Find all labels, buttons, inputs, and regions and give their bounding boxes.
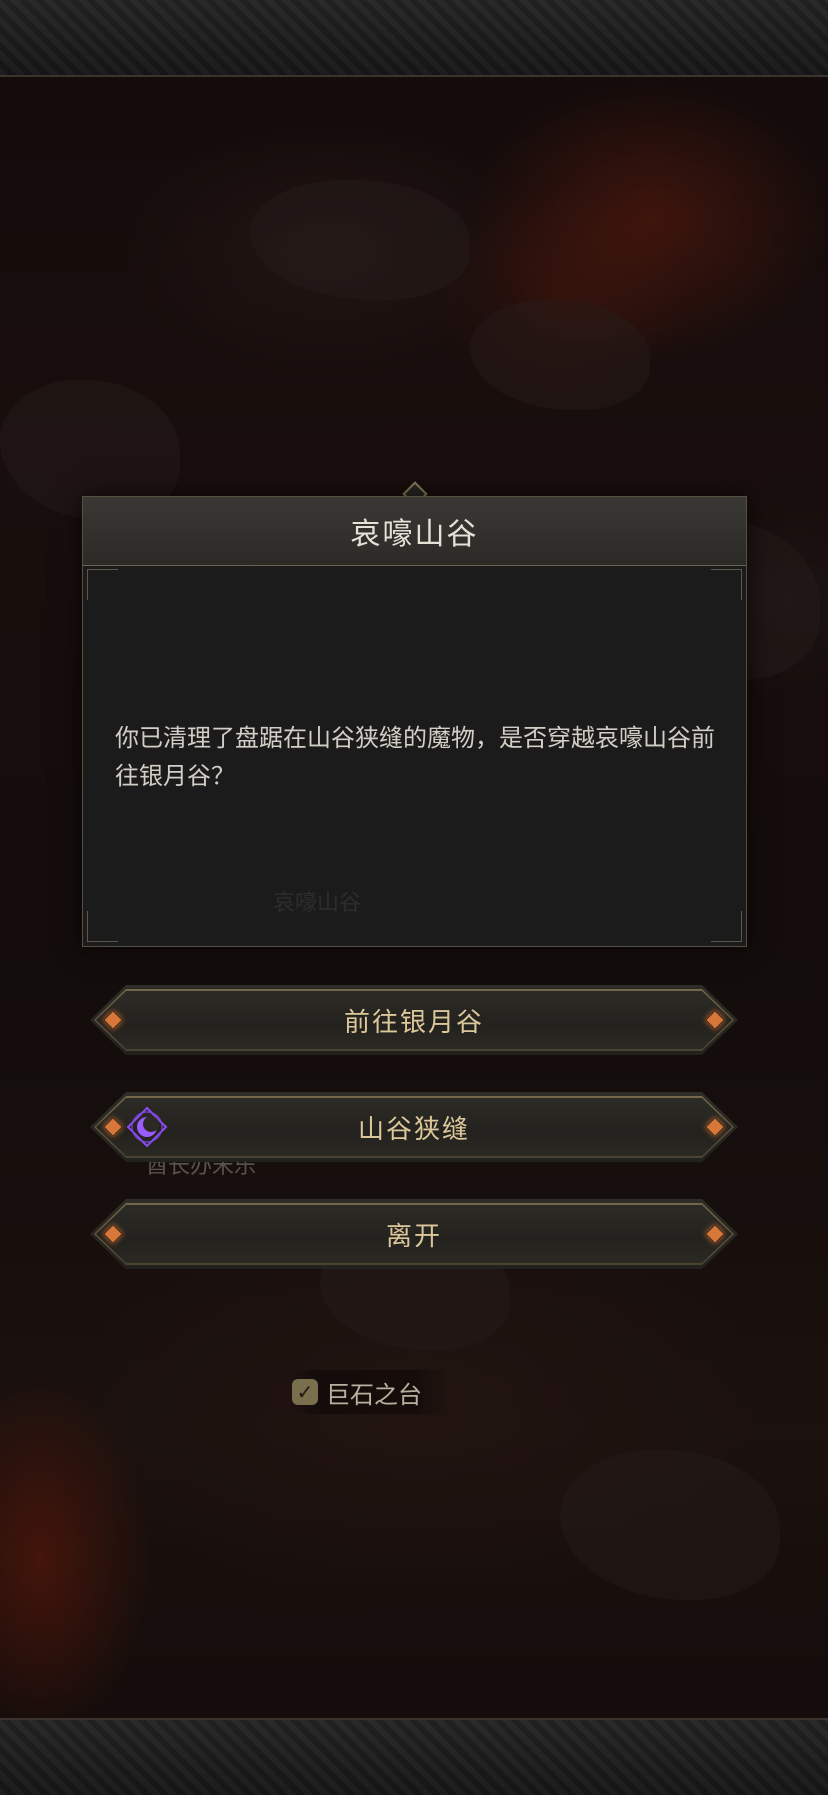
map-landmark-marker[interactable]: ✓ 巨石之台 — [288, 1370, 448, 1414]
corner-ornament-icon — [711, 911, 742, 942]
dialog-header: 哀嚎山谷 — [83, 497, 746, 566]
corner-ornament-icon — [87, 911, 118, 942]
option-leave-button[interactable]: 离开 — [90, 1199, 738, 1269]
bottom-ornate-frame — [0, 1718, 828, 1795]
corner-ornament-icon — [711, 569, 742, 600]
option-label: 前往银月谷 — [343, 1007, 484, 1038]
landmark-label: 巨石之台 — [326, 1380, 422, 1409]
corner-ornament-icon — [87, 569, 118, 600]
event-dialog: 哀嚎山谷 你已清理了盘踞在山谷狭缝的魔物，是否穿越哀嚎山谷前往银月谷？ 哀嚎山谷 — [82, 496, 747, 947]
option-go-to-silvermoon-valley-button[interactable]: 前往银月谷 — [90, 985, 738, 1055]
dialog-message: 你已清理了盘踞在山谷狭缝的魔物，是否穿越哀嚎山谷前往银月谷？ — [115, 724, 715, 790]
option-label: 山谷狭缝 — [357, 1114, 470, 1145]
dialog-faded-text: 哀嚎山谷 — [273, 891, 362, 916]
checkmark-icon: ✓ — [292, 1379, 318, 1405]
dialog-title: 哀嚎山谷 — [350, 517, 479, 552]
option-valley-crevice-button[interactable]: 山谷狭缝 — [90, 1092, 738, 1162]
option-label: 离开 — [385, 1221, 442, 1252]
top-ornate-frame — [0, 0, 828, 77]
